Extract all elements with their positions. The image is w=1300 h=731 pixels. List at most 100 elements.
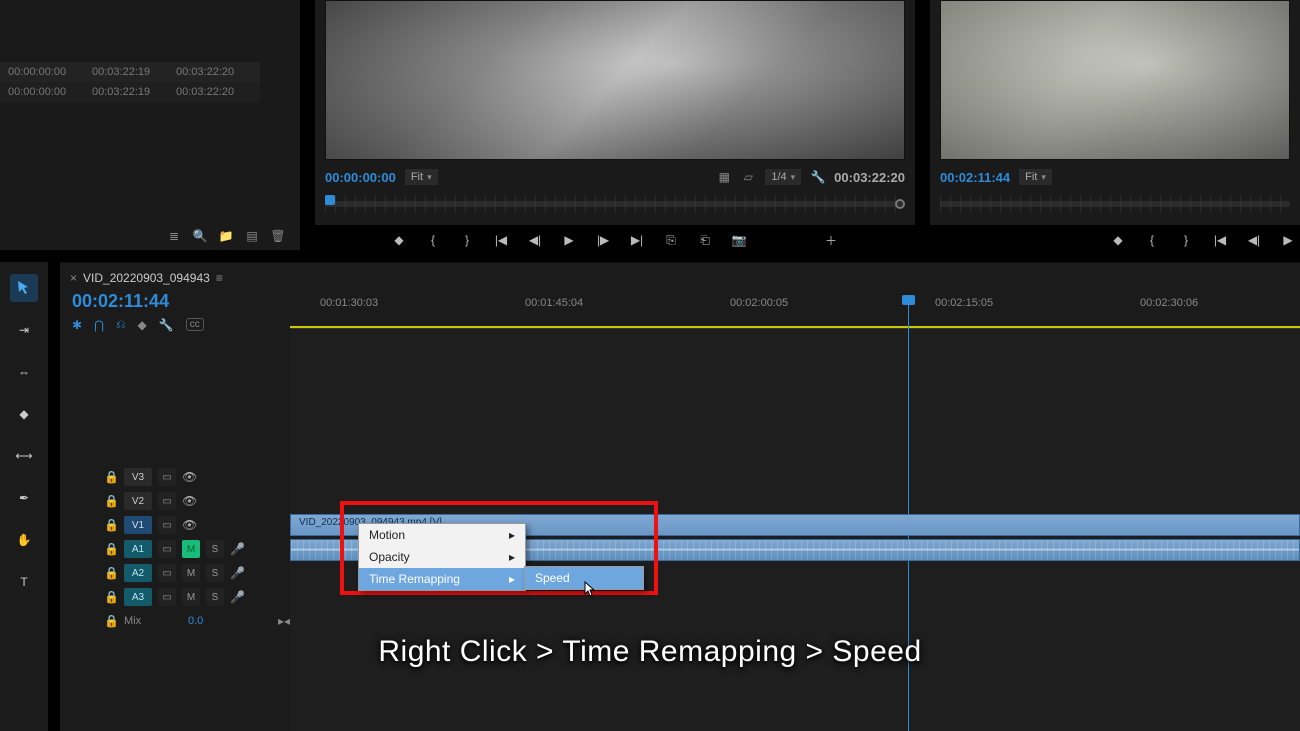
play-icon[interactable]: ▶ — [1280, 232, 1296, 248]
add-marker-icon[interactable]: ◆ — [1110, 232, 1126, 248]
play-icon[interactable]: ▶ — [561, 232, 577, 248]
step-forward-icon[interactable]: |▶ — [595, 232, 611, 248]
menu-time-remapping[interactable]: Time Remapping▸ — [359, 568, 525, 590]
go-to-in-icon[interactable]: |◀ — [1212, 232, 1228, 248]
col-in: 00:00:00:00 — [8, 66, 92, 78]
add-button-icon[interactable]: ＋ — [823, 232, 839, 248]
lock-icon[interactable]: 🔒 — [104, 494, 118, 508]
source-timecode[interactable]: 00:00:00:00 — [325, 170, 396, 185]
sequence-tab[interactable]: × VID_20220903_094943 ≡ — [70, 271, 223, 285]
track-headers: 🔒V3▭👁 🔒V2▭👁 🔒V1▭👁 🔒A1▭MS🎤 🔒A2▭MS🎤 🔒A3▭MS… — [100, 465, 290, 633]
search-icon[interactable]: 🔍 — [192, 228, 208, 244]
source-scrubber[interactable] — [325, 195, 905, 213]
eye-icon[interactable]: 👁 — [182, 470, 197, 484]
lock-icon[interactable]: 🔒 — [104, 566, 118, 580]
chevron-right-icon: ▸ — [509, 528, 515, 542]
mark-in-icon[interactable]: { — [1144, 232, 1160, 248]
solo-button[interactable]: S — [206, 588, 224, 606]
mic-icon[interactable]: 🎤 — [230, 590, 245, 604]
track-v3[interactable]: 🔒V3▭👁 — [100, 465, 290, 489]
snap-icon[interactable]: ⋂ — [94, 318, 104, 332]
mute-button[interactable]: M — [182, 564, 200, 582]
nest-icon[interactable]: ✱ — [72, 318, 82, 332]
lock-icon[interactable]: 🔒 — [104, 614, 118, 628]
overwrite-icon[interactable]: ⎗ — [697, 232, 713, 248]
project-row[interactable]: 00:00:00:00 00:03:22:19 00:03:22:20 — [0, 82, 260, 102]
eye-icon[interactable]: 👁 — [182, 518, 197, 532]
type-tool[interactable]: T — [10, 568, 38, 596]
program-fit-dropdown[interactable]: Fit▾ — [1018, 168, 1053, 186]
project-toolbar: ≣ 🔍 📁 ▤ 🗑 — [166, 228, 286, 244]
settings-icon[interactable]: ▦ — [716, 169, 732, 185]
go-to-in-icon[interactable]: |◀ — [493, 232, 509, 248]
menu-opacity[interactable]: Opacity▸ — [359, 546, 525, 568]
source-res-dropdown[interactable]: 1/4▾ — [764, 168, 802, 186]
close-icon[interactable]: × — [70, 271, 77, 285]
source-fit-dropdown[interactable]: Fit▾ — [404, 168, 439, 186]
menu-motion[interactable]: Motion▸ — [359, 524, 525, 546]
selection-tool[interactable] — [10, 274, 38, 302]
step-back-icon[interactable]: ◀| — [1246, 232, 1262, 248]
mark-out-icon[interactable]: } — [1178, 232, 1194, 248]
mix-value[interactable]: 0.0 — [188, 615, 203, 627]
track-v2[interactable]: 🔒V2▭👁 — [100, 489, 290, 513]
linked-selection-icon[interactable]: ⎌ — [116, 317, 126, 332]
toggle-sync-icon[interactable]: ▭ — [158, 492, 176, 510]
go-to-out-icon[interactable]: ▶| — [629, 232, 645, 248]
timeline-timecode[interactable]: 00:02:11:44 — [72, 291, 169, 312]
solo-button[interactable]: S — [206, 564, 224, 582]
hand-tool[interactable]: ✋ — [10, 526, 38, 554]
toggle-sync-icon[interactable]: ▭ — [158, 516, 176, 534]
lock-icon[interactable]: 🔒 — [104, 590, 118, 604]
wrench-icon[interactable]: 🔧 — [810, 169, 826, 185]
mute-button[interactable]: M — [182, 540, 200, 558]
list-view-icon[interactable]: ≣ — [166, 228, 182, 244]
razor-tool[interactable]: ◆ — [10, 400, 38, 428]
slip-tool[interactable]: ⟷ — [10, 442, 38, 470]
track-v1[interactable]: 🔒V1▭👁 — [100, 513, 290, 537]
toggle-sync-icon[interactable]: ▭ — [158, 564, 176, 582]
cell-in: 00:00:00:00 — [8, 86, 92, 98]
new-item-icon[interactable]: ▤ — [244, 228, 260, 244]
toggle-sync-icon[interactable]: ▭ — [158, 588, 176, 606]
mark-in-icon[interactable]: { — [425, 232, 441, 248]
program-timecode[interactable]: 00:02:11:44 — [940, 170, 1010, 185]
toggle-sync-icon[interactable]: ▭ — [158, 468, 176, 486]
step-back-icon[interactable]: ◀| — [527, 232, 543, 248]
lock-icon[interactable]: 🔒 — [104, 470, 118, 484]
add-marker-icon[interactable]: ◆ — [391, 232, 407, 248]
safe-margins-icon[interactable]: ▱ — [740, 169, 756, 185]
mute-button[interactable]: M — [182, 588, 200, 606]
track-a1[interactable]: 🔒A1▭MS🎤 — [100, 537, 290, 561]
cursor-icon — [584, 581, 596, 599]
tab-menu-icon[interactable]: ≡ — [216, 271, 223, 285]
collapse-icon[interactable]: ▸◂ — [278, 614, 290, 628]
export-frame-icon[interactable]: 📷 — [731, 232, 747, 248]
track-mix[interactable]: 🔒Mix0.0▸◂ — [100, 609, 290, 633]
source-video[interactable] — [325, 0, 905, 160]
track-a2[interactable]: 🔒A2▭MS🎤 — [100, 561, 290, 585]
program-scrubber[interactable] — [940, 195, 1290, 213]
ripple-edit-tool[interactable]: ⇔ — [10, 358, 38, 386]
eye-icon[interactable]: 👁 — [182, 494, 197, 508]
lock-icon[interactable]: 🔒 — [104, 518, 118, 532]
pen-tool[interactable]: ✒ — [10, 484, 38, 512]
cc-icon[interactable]: cc — [186, 318, 204, 331]
program-video[interactable] — [940, 0, 1290, 160]
mic-icon[interactable]: 🎤 — [230, 566, 245, 580]
lock-icon[interactable]: 🔒 — [104, 542, 118, 556]
mark-out-icon[interactable]: } — [459, 232, 475, 248]
insert-icon[interactable]: ⎘ — [663, 232, 679, 248]
track-select-tool[interactable]: ⇥ — [10, 316, 38, 344]
mic-icon[interactable]: 🎤 — [230, 542, 245, 556]
chevron-down-icon: ▾ — [791, 172, 796, 183]
timeline-toolbar: ✱ ⋂ ⎌ ◆ 🔧 cc — [72, 317, 204, 332]
marker-icon[interactable]: ◆ — [138, 318, 147, 332]
trash-icon[interactable]: 🗑 — [270, 228, 286, 244]
solo-button[interactable]: S — [206, 540, 224, 558]
track-a3[interactable]: 🔒A3▭MS🎤 — [100, 585, 290, 609]
toggle-sync-icon[interactable]: ▭ — [158, 540, 176, 558]
new-bin-icon[interactable]: 📁 — [218, 228, 234, 244]
timeline-ruler[interactable]: 00:01:30:03 00:01:45:04 00:02:00:05 00:0… — [290, 297, 1300, 329]
timeline-wrench-icon[interactable]: 🔧 — [159, 318, 174, 332]
